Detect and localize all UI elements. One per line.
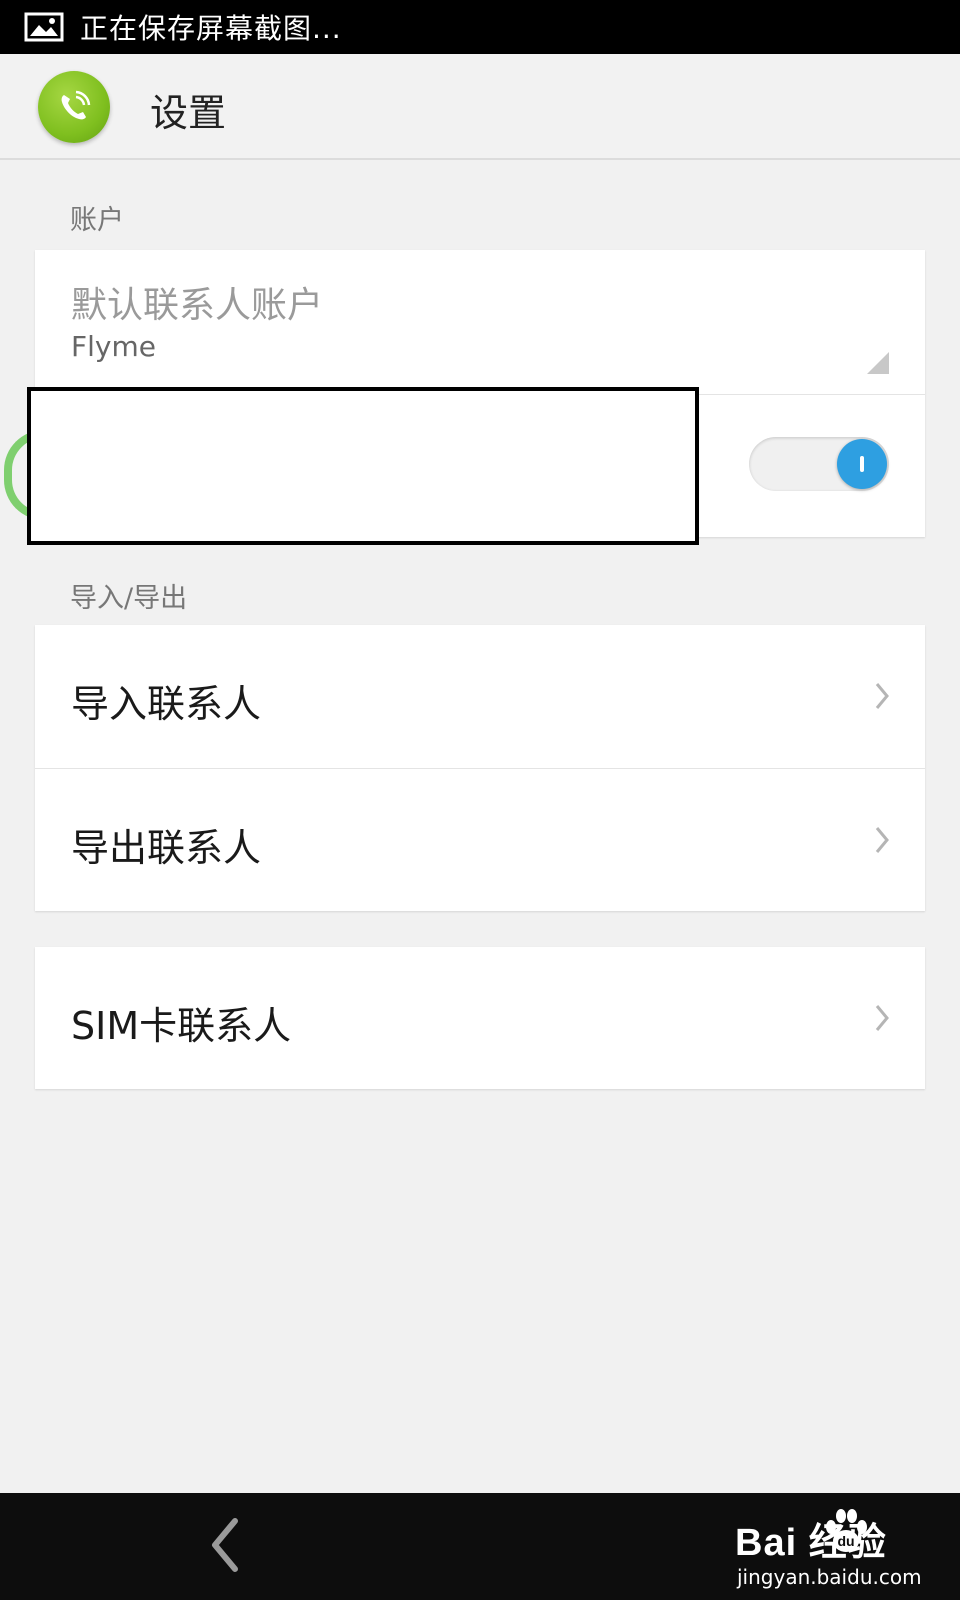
toggle-switch[interactable] [749, 437, 889, 491]
svg-text:du: du [837, 1533, 854, 1549]
export-contacts-label: 导出联系人 [71, 826, 262, 870]
redaction-box [27, 387, 699, 545]
phone-app-icon[interactable] [38, 71, 110, 143]
section-title-account: 账户 [70, 205, 124, 236]
chevron-right-icon [875, 683, 889, 709]
import-contacts-row[interactable]: 导入联系人 [35, 625, 925, 768]
sim-contacts-label: SIM卡联系人 [71, 1004, 292, 1048]
image-icon [24, 12, 64, 42]
header: 设置 [0, 54, 960, 160]
default-account-value: Flyme [71, 330, 156, 363]
default-account-title: 默认联系人账户 [71, 285, 324, 326]
toggle-knob [837, 439, 887, 489]
nav-bar: Bai 经验 du jingyan.baidu.com [0, 1493, 960, 1600]
export-contacts-row[interactable]: 导出联系人 [35, 768, 925, 911]
watermark-url: jingyan.baidu.com [737, 1565, 922, 1589]
phone-icon [61, 90, 91, 120]
sim-contacts-row[interactable]: SIM卡联系人 [35, 947, 925, 1089]
baidu-watermark: Bai 经验 du jingyan.baidu.com [735, 1503, 935, 1593]
back-icon[interactable] [205, 1515, 245, 1575]
dropdown-corner-icon [867, 352, 889, 374]
chevron-right-icon [875, 1005, 889, 1031]
settings-screen: 正在保存屏幕截图... 设置 账户 默认联系人账户 Flyme 导入/导出 导入… [0, 0, 960, 1600]
import-contacts-label: 导入联系人 [71, 682, 262, 726]
section-title-import-export: 导入/导出 [70, 583, 188, 614]
default-account-row[interactable]: 默认联系人账户 Flyme [35, 250, 925, 394]
status-text: 正在保存屏幕截图... [80, 12, 342, 45]
sim-card: SIM卡联系人 [35, 947, 925, 1089]
import-export-card: 导入联系人 导出联系人 [35, 625, 925, 911]
status-bar: 正在保存屏幕截图... [0, 0, 960, 54]
page-title: 设置 [150, 91, 227, 135]
chevron-right-icon [875, 827, 889, 853]
paw-icon: du [826, 1509, 867, 1552]
